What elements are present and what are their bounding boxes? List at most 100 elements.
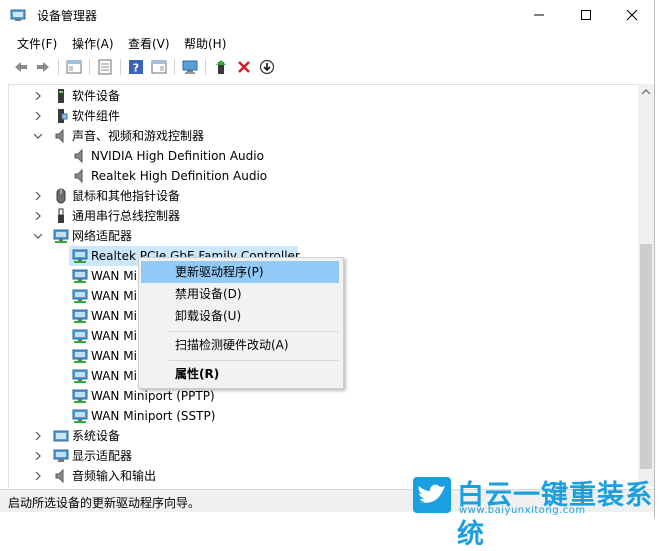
back-button[interactable] [12, 58, 30, 76]
tree-label: 系统设备 [72, 429, 121, 443]
chevron-right-icon[interactable] [33, 466, 43, 486]
speaker-icon [55, 468, 64, 484]
tree-item-realtek-hd-audio[interactable]: Realtek High Definition Audio [9, 166, 629, 186]
tree-category-mice[interactable]: 鼠标和其他指针设备 [9, 186, 629, 206]
download-circle-icon [259, 59, 275, 75]
tree-category-system-devices[interactable]: 系统设备 [9, 426, 629, 446]
chevron-right-icon[interactable] [33, 446, 43, 466]
menu-help[interactable]: 帮助(H) [184, 35, 226, 52]
context-menu: 更新驱动程序(P) 禁用设备(D) 卸载设备(U) 扫描检测硬件改动(A) 属性… [138, 257, 344, 389]
forward-button[interactable] [34, 58, 52, 76]
chevron-right-icon[interactable] [33, 106, 43, 126]
update-driver-toolbar-button[interactable] [212, 58, 230, 76]
menu-item-uninstall-device[interactable]: 卸载设备(U) [141, 305, 339, 327]
tree-label: 通用串行总线控制器 [72, 209, 181, 223]
menu-item-label: 属性(R) [175, 367, 220, 381]
window-title: 设备管理器 [37, 9, 98, 23]
minimize-button[interactable] [516, 0, 562, 30]
chevron-right-icon[interactable] [33, 186, 43, 206]
menu-view[interactable]: 查看(V) [128, 35, 170, 52]
network-icon [72, 249, 88, 263]
tree-label: WAN Miniport (SSTP) [91, 409, 216, 423]
menu-item-properties[interactable]: 属性(R) [141, 363, 339, 385]
scan-hardware-toolbar-button[interactable] [181, 58, 199, 76]
maximize-icon [581, 10, 591, 20]
menu-item-label: 扫描检测硬件改动(A) [175, 338, 289, 352]
software-device-icon [58, 89, 64, 103]
monitor-scan-icon [182, 60, 198, 74]
close-button[interactable] [609, 0, 655, 30]
console-tree-icon [66, 60, 82, 74]
toolbar-separator [174, 59, 175, 75]
tree-category-software-devices[interactable]: 软件设备 [9, 86, 629, 106]
menu-item-update-driver[interactable]: 更新驱动程序(P) [141, 261, 339, 283]
speaker-icon [55, 128, 64, 144]
tree-category-software-components[interactable]: 软件组件 [9, 106, 629, 126]
tree-category-usb-controllers[interactable]: 通用串行总线控制器 [9, 206, 629, 226]
tree-label: 软件组件 [72, 109, 121, 123]
maximize-button[interactable] [563, 0, 609, 30]
download-driver-toolbar-button[interactable] [258, 58, 276, 76]
show-hide-console-tree-button[interactable] [65, 58, 83, 76]
tree-item-wan-miniport-sstp[interactable]: WAN Miniport (SSTP) [9, 406, 629, 426]
toolbar-separator [58, 59, 59, 75]
tree-label: 网络适配器 [72, 229, 133, 243]
toolbar-separator [205, 59, 206, 75]
network-icon [72, 329, 88, 343]
tree-label: 显示适配器 [72, 449, 133, 463]
minimize-icon [534, 14, 544, 16]
tree-label: WAN Mi [91, 269, 137, 283]
chevron-down-icon[interactable] [33, 126, 43, 146]
network-icon [72, 389, 88, 403]
menu-item-label: 禁用设备(D) [175, 287, 242, 301]
device-manager-icon [10, 9, 26, 21]
toolbar-separator [89, 59, 90, 75]
menu-action[interactable]: 操作(A) [72, 35, 114, 52]
vertical-scrollbar[interactable] [638, 84, 654, 487]
menu-separator [169, 360, 339, 361]
close-icon [626, 9, 638, 21]
tree-label: WAN Mi [91, 349, 137, 363]
menu-separator [169, 331, 339, 332]
help-icon: ? [129, 60, 143, 75]
toolbar-separator [120, 59, 121, 75]
menu-item-disable-device[interactable]: 禁用设备(D) [141, 283, 339, 305]
menu-item-label: 更新驱动程序(P) [175, 265, 264, 279]
tree-category-network-adapters[interactable]: 网络适配器 [9, 226, 629, 246]
properties-toolbar-button[interactable] [96, 58, 114, 76]
help-toolbar-button[interactable]: ? [127, 58, 145, 76]
tree-label: NVIDIA High Definition Audio [91, 149, 264, 163]
tree-category-display-adapters[interactable]: 显示适配器 [9, 446, 629, 466]
tree-item-nvidia-hd-audio[interactable]: NVIDIA High Definition Audio [9, 146, 629, 166]
red-x-icon [238, 61, 250, 73]
tree-label: WAN Mi [91, 309, 137, 323]
menu-file[interactable]: 文件(F) [17, 35, 57, 52]
tree-label: WAN Mi [91, 329, 137, 343]
chevron-down-icon[interactable] [33, 226, 43, 246]
network-icon [53, 229, 69, 243]
chevron-right-icon[interactable] [33, 426, 43, 446]
network-icon [72, 409, 88, 423]
speaker-icon [74, 148, 83, 164]
tree-label: WAN Mi [91, 289, 137, 303]
title-bar: 设备管理器 [0, 0, 654, 30]
bird-logo-icon [413, 477, 451, 513]
chevron-right-icon[interactable] [33, 206, 43, 226]
menu-item-scan-hardware[interactable]: 扫描检测硬件改动(A) [141, 334, 339, 356]
view-toolbar-button[interactable] [150, 58, 168, 76]
tree-category-sound-video-game[interactable]: 声音、视频和游戏控制器 [9, 126, 629, 146]
uninstall-toolbar-button[interactable] [235, 58, 253, 76]
tree-label: 声音、视频和游戏控制器 [72, 129, 205, 143]
system-icon [53, 430, 69, 442]
scrollbar-thumb[interactable] [640, 244, 652, 469]
tree-label: Realtek High Definition Audio [91, 169, 268, 183]
watermark-url: www.baiyunxitong.com [459, 505, 586, 516]
chevron-right-icon[interactable] [33, 86, 43, 106]
network-icon [72, 369, 88, 383]
scroll-up-arrow-icon[interactable] [641, 88, 651, 96]
tree-item-wan-miniport-pptp[interactable]: WAN Miniport (PPTP) [9, 386, 629, 406]
forward-arrow-icon [37, 62, 49, 72]
monitor-icon [53, 449, 69, 462]
svg-text:?: ? [133, 62, 139, 75]
speaker-icon [74, 168, 83, 184]
